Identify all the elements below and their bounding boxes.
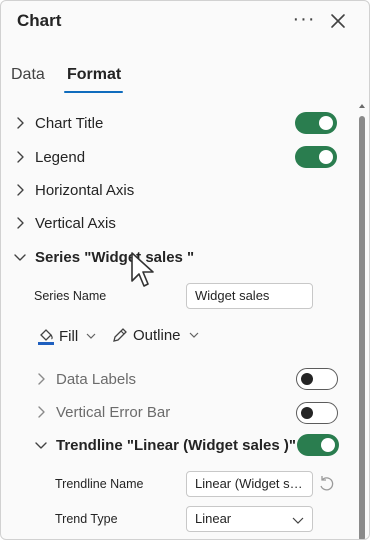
trendline-toggle[interactable]	[297, 434, 339, 456]
chevron-right-icon	[38, 406, 45, 418]
trend-type-label: Trend Type	[55, 512, 118, 526]
fill-label: Fill	[59, 327, 79, 345]
chevron-down-icon	[14, 254, 26, 261]
chevron-down-icon	[292, 517, 304, 524]
section-series[interactable]: Series "Widget sales "	[1, 243, 351, 271]
reset-icon[interactable]	[317, 475, 335, 493]
vertical-error-bar-toggle[interactable]	[296, 402, 338, 424]
chevron-down-icon	[86, 333, 96, 339]
format-chart-pane: Chart ··· Data Format Chart Title Legend…	[0, 0, 370, 540]
trendline-name-label: Trendline Name	[55, 477, 144, 491]
trendline-name-input[interactable]: Linear (Widget sa...	[186, 471, 313, 497]
chevron-right-icon	[38, 373, 45, 385]
fill-button[interactable]: Fill	[37, 326, 97, 346]
mouse-cursor-icon	[131, 252, 154, 287]
section-vertical-axis[interactable]: Vertical Axis	[1, 209, 351, 237]
pane-title: Chart	[17, 11, 62, 30]
paint-bucket-icon	[38, 329, 54, 345]
section-label: Vertical Axis	[35, 214, 116, 232]
scrollbar-thumb[interactable]	[359, 116, 365, 539]
chevron-down-icon	[189, 332, 198, 338]
section-label: Legend	[35, 148, 86, 166]
section-horizontal-axis[interactable]: Horizontal Axis	[1, 176, 351, 204]
trend-type-value: Linear	[195, 511, 232, 526]
tab-data[interactable]: Data	[11, 66, 45, 84]
data-labels-toggle[interactable]	[296, 368, 338, 390]
chart-title-toggle[interactable]	[295, 112, 337, 134]
section-label: Horizontal Axis	[35, 181, 135, 199]
outline-button[interactable]: Outline	[111, 326, 200, 344]
close-icon[interactable]	[329, 12, 347, 30]
chevron-right-icon	[17, 184, 24, 196]
tab-format[interactable]: Format	[67, 66, 121, 84]
series-name-input[interactable]: Widget sales	[186, 283, 313, 309]
more-options-button[interactable]: ···	[291, 7, 317, 31]
scroll-up-icon[interactable]	[357, 101, 367, 111]
trend-type-select[interactable]: Linear	[186, 506, 313, 532]
chevron-right-icon	[17, 117, 24, 129]
active-tab-indicator	[64, 91, 123, 93]
pen-icon	[113, 328, 127, 342]
chevron-down-icon	[35, 442, 47, 449]
section-label: Data Labels	[56, 370, 137, 388]
section-label: Series "Widget sales "	[35, 248, 195, 266]
section-label: Trendline "Linear (Widget sales )"	[56, 436, 296, 454]
chevron-right-icon	[17, 217, 24, 229]
chevron-right-icon	[17, 151, 24, 163]
section-label: Chart Title	[35, 114, 104, 132]
legend-toggle[interactable]	[295, 146, 337, 168]
series-name-label: Series Name	[34, 289, 107, 303]
outline-label: Outline	[133, 326, 181, 344]
section-label: Vertical Error Bar	[56, 403, 171, 421]
